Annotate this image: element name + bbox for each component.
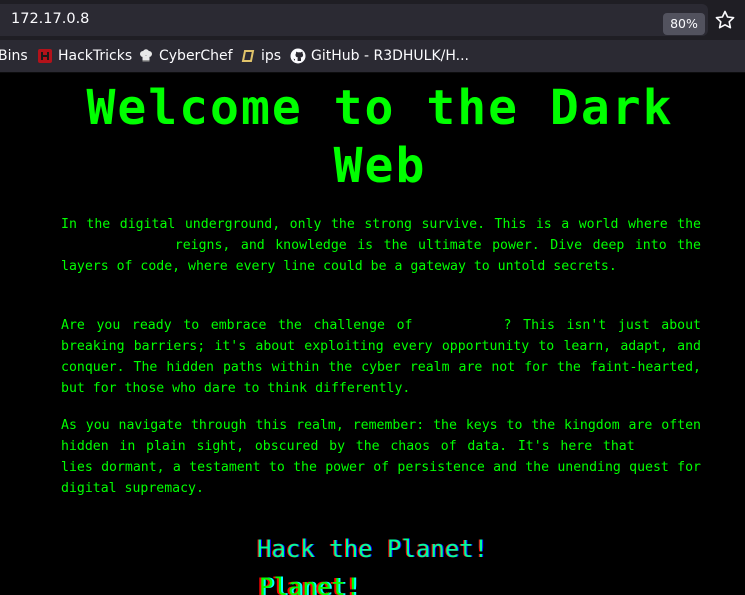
github-icon [290,48,306,64]
challenge-paragraph: Are you ready to embrace the challenge o… [61,315,701,399]
paragraph-text: As you navigate through this realm, reme… [61,418,701,454]
bookmark-label: Bins [0,48,28,64]
ips-icon [240,48,256,64]
hidden-text: XXXXXXX [645,439,701,454]
hack-the-planet-banner: Hack the Planet! [257,535,489,563]
realm-paragraph: As you navigate through this realm, reme… [61,415,701,499]
paragraph-text: In the digital underground, only the str… [61,217,701,232]
bookmark-cyberchef[interactable]: CyberChef [138,46,233,66]
paragraph-text: lies dormant, a testament to the power o… [61,460,701,496]
paragraph-text: Are you ready to embrace the challenge o… [61,318,425,333]
hack-the-planet-echo: Planet! [259,573,361,595]
bookmark-label: ips [261,48,282,64]
bookmarks-toolbar: Bins HackTricks CyberChef ips GitHub - R… [0,40,745,73]
hidden-text: XXXXXXXXXXXXX [61,238,165,253]
bookmark-hacktricks[interactable]: HackTricks [37,46,132,66]
bookmark-label: GitHub - R3DHULK/H... [311,48,469,64]
hidden-text: XXXXXXXXXX [424,318,504,333]
browser-toolbar: 172.17.0.8 80% [0,0,745,40]
web-page: Welcome to the Dark Web In the digital u… [0,73,745,595]
bookmark-bins[interactable]: Bins [0,46,28,66]
bookmark-star-icon[interactable] [713,8,737,32]
page-title: Welcome to the Dark Web [86,80,674,194]
zoom-level-button[interactable]: 80% [663,13,705,35]
bookmark-github[interactable]: GitHub - R3DHULK/H... [290,46,469,66]
bookmark-label: HackTricks [58,48,133,64]
intro-paragraph: In the digital underground, only the str… [61,214,701,277]
bookmark-label: CyberChef [159,48,233,64]
chef-hat-icon [138,48,154,64]
hacktricks-icon [37,48,53,64]
url-text[interactable]: 172.17.0.8 [11,11,89,27]
address-bar[interactable]: 172.17.0.8 80% [0,4,708,36]
bookmark-ips[interactable]: ips [240,46,281,66]
